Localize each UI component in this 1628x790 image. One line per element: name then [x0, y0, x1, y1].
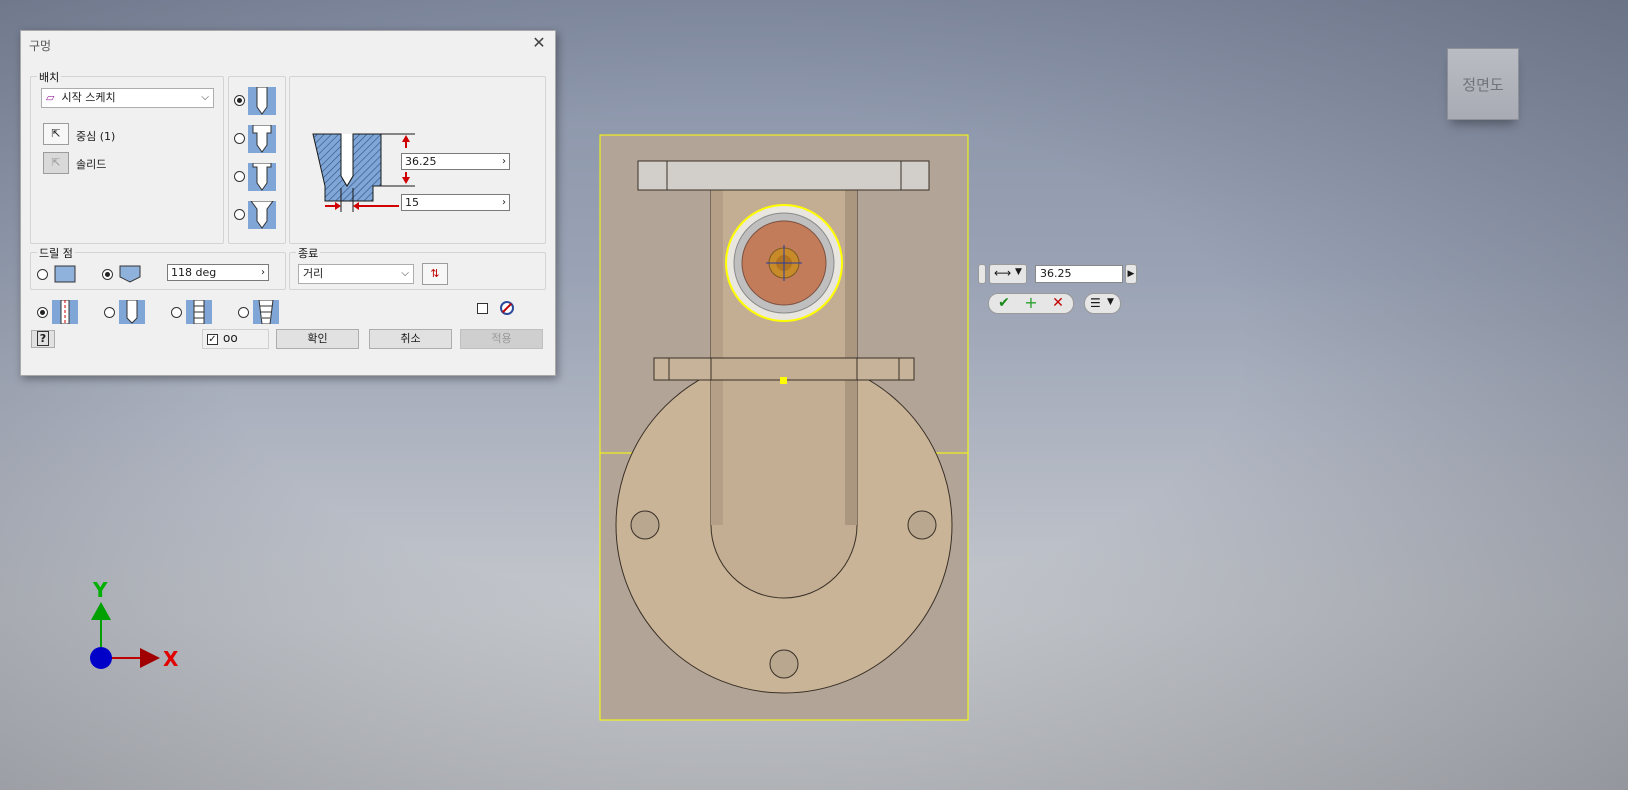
- placement-label: 배치: [37, 69, 62, 85]
- mini-toolbar-expand-button[interactable]: ▶: [1125, 264, 1137, 284]
- clearance-bore-icon: [119, 300, 145, 324]
- mini-toolbar-options-button[interactable]: ☰ ▼: [1084, 293, 1121, 314]
- center-pick-button[interactable]: ⇱: [43, 123, 69, 145]
- cancel-button[interactable]: 취소: [369, 329, 452, 349]
- counterbore-hole-icon: [248, 125, 276, 153]
- flat-drill-point-icon: [54, 265, 76, 283]
- drill-angle-input[interactable]: 118 deg ›: [167, 264, 269, 281]
- preview-checkbox[interactable]: ✓: [207, 334, 218, 345]
- termination-combo[interactable]: 거리 ⌵: [298, 264, 414, 284]
- list-icon: ☰: [1090, 296, 1101, 310]
- simple-bore-icon: [52, 300, 78, 324]
- depth-input[interactable]: 36.25 ›: [401, 153, 510, 170]
- no-entry-icon[interactable]: [500, 301, 514, 315]
- bolt-hole-bottom: [769, 649, 799, 679]
- diameter-input[interactable]: 15 ›: [401, 194, 510, 211]
- thread-clearance-radio[interactable]: [104, 307, 115, 318]
- chevron-down-icon: ▼: [1015, 267, 1022, 277]
- mini-toolbar-value-input[interactable]: 36.25: [1035, 265, 1123, 283]
- center-label: 중심 (1): [76, 130, 116, 143]
- top-plate: [637, 160, 930, 191]
- check-icon[interactable]: ✔: [993, 294, 1015, 312]
- help-button[interactable]: ?: [31, 330, 55, 348]
- sketch-center-point: [780, 377, 787, 384]
- ok-button[interactable]: 확인: [276, 329, 359, 349]
- chevron-right-icon[interactable]: ›: [261, 265, 265, 280]
- plus-icon[interactable]: +: [1020, 294, 1042, 312]
- depth-value: 36.25: [405, 155, 437, 168]
- placement-combo[interactable]: ▱ 시작 스케치 ⌵: [41, 88, 214, 108]
- solid-pick-button[interactable]: ⇱: [43, 152, 69, 174]
- infer-checkbox[interactable]: [477, 303, 488, 314]
- chevron-down-icon: ⌵: [201, 92, 209, 103]
- diameter-value: 15: [405, 196, 419, 209]
- dimension-type-dropdown[interactable]: ⟷ ▼: [989, 264, 1027, 284]
- cursor-icon: ⇱: [51, 127, 61, 140]
- hole-type-simple-radio[interactable]: [234, 95, 245, 106]
- apply-button[interactable]: 적용: [460, 329, 543, 349]
- axis-y-label: Y: [93, 578, 108, 602]
- cancel-x-icon[interactable]: ✕: [1047, 294, 1069, 312]
- viewcube-face-label: 정면도: [1462, 76, 1504, 94]
- close-icon[interactable]: ✕: [529, 33, 549, 53]
- mini-toolbar-grip[interactable]: [978, 264, 986, 284]
- spotface-hole-icon: [248, 163, 276, 191]
- simple-hole-icon: [248, 87, 276, 115]
- solid-label: 솔리드: [76, 158, 107, 171]
- hole-dialog[interactable]: 구멍 ✕ 배치 ▱ 시작 스케치 ⌵ ⇱ 중심 (1) ⇱ 솔리드 36.25 …: [20, 30, 556, 376]
- cursor-icon: ⇱: [51, 156, 61, 169]
- chevron-right-icon[interactable]: ›: [502, 195, 506, 210]
- chevron-down-icon: ⌵: [401, 268, 409, 279]
- dimension-icon: ⟷: [994, 266, 1012, 280]
- flip-direction-button[interactable]: ⇅: [422, 263, 448, 285]
- flip-icon: ⇅: [430, 267, 440, 280]
- drill-point-angle-radio[interactable]: [102, 269, 113, 280]
- termination-combo-value: 거리: [303, 267, 324, 280]
- help-icon: ?: [36, 331, 50, 346]
- tapped-bore-icon: [186, 300, 212, 324]
- viewcube[interactable]: 정면도: [1447, 48, 1519, 120]
- bolt-hole-left: [630, 510, 660, 540]
- angle-drill-point-icon: [119, 265, 141, 283]
- hole-type-counterbore-radio[interactable]: [234, 133, 245, 144]
- placement-combo-value: 시작 스케치: [61, 91, 116, 104]
- sketch-icon: ▱: [46, 91, 55, 104]
- drill-point-flat-radio[interactable]: [37, 269, 48, 280]
- hole-type-countersink-radio[interactable]: [234, 209, 245, 220]
- taper-tapped-bore-icon: [253, 300, 279, 324]
- preview-glasses-icon: oo: [223, 331, 238, 345]
- countersink-hole-icon: [248, 201, 276, 229]
- thread-simple-radio[interactable]: [37, 307, 48, 318]
- thread-tapped-radio[interactable]: [171, 307, 182, 318]
- axis-x-label: X: [163, 647, 179, 671]
- bolt-hole-right: [907, 510, 937, 540]
- drill-angle-value: 118 deg: [171, 266, 217, 279]
- chevron-right-icon[interactable]: ›: [502, 154, 506, 169]
- thread-taper-tapped-radio[interactable]: [238, 307, 249, 318]
- termination-label: 종료: [296, 245, 321, 261]
- hole-type-spotface-radio[interactable]: [234, 171, 245, 182]
- dialog-title: 구멍: [29, 39, 52, 53]
- drill-point-label: 드릴 점: [37, 245, 75, 261]
- preview-toggle[interactable]: ✓ oo: [202, 329, 269, 349]
